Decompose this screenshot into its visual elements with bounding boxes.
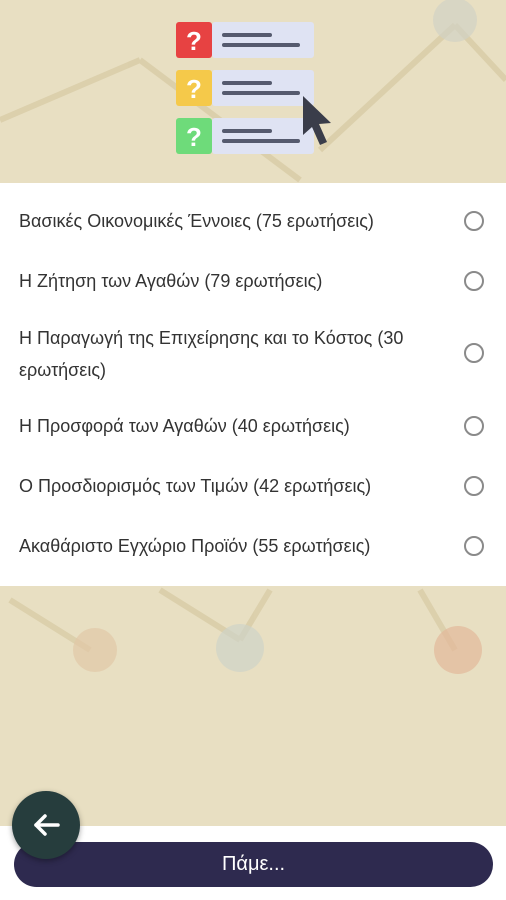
question-mark-2: ? bbox=[186, 74, 202, 104]
option-row-3[interactable]: Η Παραγωγή της Επιχείρησης και το Κόστος… bbox=[0, 319, 506, 385]
go-button[interactable]: Πάμε... bbox=[14, 842, 493, 887]
back-button[interactable] bbox=[12, 791, 80, 859]
option-row-6[interactable]: Ακαθάριστο Εγχώριο Προϊόν (55 ερωτήσεις) bbox=[0, 525, 506, 565]
radio-unchecked-icon[interactable] bbox=[464, 343, 484, 363]
option-row-2[interactable]: Η Ζήτηση των Αγαθών (79 ερωτήσεις) bbox=[0, 261, 506, 301]
option-label: Βασικές Οικονομικές Έννοιες (75 ερωτήσει… bbox=[19, 211, 374, 231]
radio-unchecked-icon[interactable] bbox=[464, 271, 484, 291]
option-row-1[interactable]: Βασικές Οικονομικές Έννοιες (75 ερωτήσει… bbox=[0, 201, 506, 241]
category-list: Βασικές Οικονομικές Έννοιες (75 ερωτήσει… bbox=[0, 183, 506, 586]
option-label: Ακαθάριστο Εγχώριο Προϊόν (55 ερωτήσεις) bbox=[19, 536, 371, 556]
question-mark-3: ? bbox=[186, 122, 202, 152]
option-label: Η Ζήτηση των Αγαθών (79 ερωτήσεις) bbox=[19, 271, 323, 291]
option-row-4[interactable]: Η Προσφορά των Αγαθών (40 ερωτήσεις) bbox=[0, 405, 506, 445]
option-label: Ο Προσδιορισμός των Τιμών (42 ερωτήσεις) bbox=[19, 476, 372, 496]
option-label: Η Παραγωγή της Επιχείρησης και το Κόστος… bbox=[19, 328, 404, 380]
quiz-questions-icon: ? ? ? bbox=[176, 22, 331, 154]
hero-illustration: ? ? ? bbox=[0, 0, 506, 183]
arrow-left-icon bbox=[34, 814, 60, 836]
question-mark-1: ? bbox=[186, 26, 202, 56]
option-label: Η Προσφορά των Αγαθών (40 ερωτήσεις) bbox=[19, 416, 350, 436]
option-row-5[interactable]: Ο Προσδιορισμός των Τιμών (42 ερωτήσεις) bbox=[0, 465, 506, 505]
radio-unchecked-icon[interactable] bbox=[464, 211, 484, 231]
radio-unchecked-icon[interactable] bbox=[464, 536, 484, 556]
radio-unchecked-icon[interactable] bbox=[464, 476, 484, 496]
radio-unchecked-icon[interactable] bbox=[464, 416, 484, 436]
